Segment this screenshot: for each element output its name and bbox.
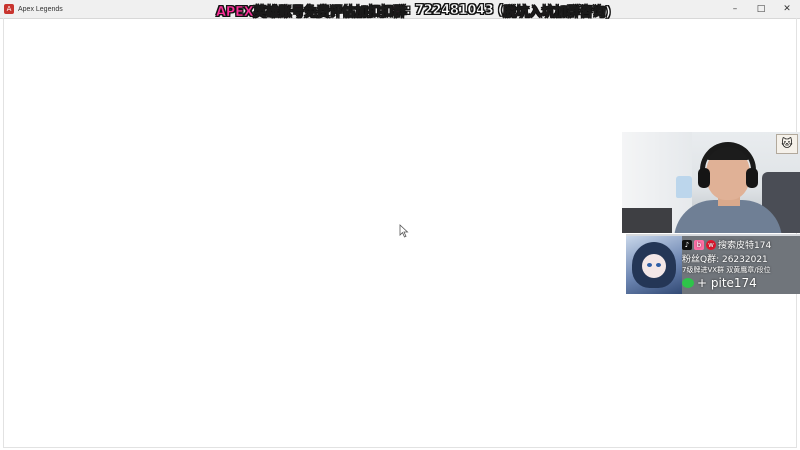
minimize-button[interactable]: – xyxy=(722,0,748,18)
streamer-info-card: ♪ b w 搜索皮特174 粉丝Q群: 26232021 7级牌进VX群 双黄鹰… xyxy=(626,234,800,294)
tiktok-icon: ♪ xyxy=(682,239,692,250)
window-controls: – □ ✕ xyxy=(722,0,800,18)
wechat-icon xyxy=(682,278,694,288)
headset-cup-right xyxy=(746,168,758,188)
window-border-bottom xyxy=(3,447,797,448)
search-line: ♪ b w 搜索皮特174 xyxy=(682,238,771,251)
promo-banner: APEX英雄账号 免费评估 加扣扣群 : 722481043 ( 脱坑入坑 加群… xyxy=(216,0,612,20)
webcam-water-jug xyxy=(676,176,692,198)
banner-segment-5: 脱坑入坑 xyxy=(503,4,555,20)
avatar-face xyxy=(642,254,666,278)
fan-group-text: 粉丝Q群: 26232021 xyxy=(682,255,768,265)
fan-group-line: 粉丝Q群: 26232021 xyxy=(682,252,768,265)
avatar-eye-right xyxy=(656,263,661,267)
webcam-desk xyxy=(622,208,672,233)
vx-group-line: 7级牌进VX群 双黄鹰章/段位 xyxy=(682,265,771,275)
streamer-webcam: 🐱 xyxy=(622,132,800,233)
cat-sticker-icon: 🐱 xyxy=(776,134,798,154)
bilibili-icon: b xyxy=(694,239,704,250)
apex-logo-icon: A xyxy=(4,4,14,14)
banner-segment-3: 加扣扣群 xyxy=(354,4,407,20)
maximize-button[interactable]: □ xyxy=(748,0,774,18)
window-border-left xyxy=(3,18,4,448)
weibo-icon: w xyxy=(706,239,716,250)
wechat-line: + pite174 xyxy=(682,276,757,290)
search-text: 搜索皮特174 xyxy=(718,241,772,251)
anime-avatar xyxy=(626,236,682,294)
wechat-id-text: + pite174 xyxy=(697,276,757,290)
cursor-icon xyxy=(399,224,409,238)
banner-segment-6: 加群咨询) xyxy=(554,4,611,20)
banner-segment-2: 免费评估 xyxy=(304,4,356,20)
banner-segment-1: APEX英雄账号 xyxy=(216,4,305,20)
close-button[interactable]: ✕ xyxy=(774,0,800,18)
avatar-eye-left xyxy=(647,263,652,267)
headset-cup-left xyxy=(698,168,710,188)
window-title: Apex Legends xyxy=(18,5,63,13)
banner-segment-4: : 722481043 ( xyxy=(405,2,504,18)
vx-group-text: 7级牌进VX群 双黄鹰章/段位 xyxy=(682,266,771,274)
window-border-right xyxy=(796,18,797,448)
